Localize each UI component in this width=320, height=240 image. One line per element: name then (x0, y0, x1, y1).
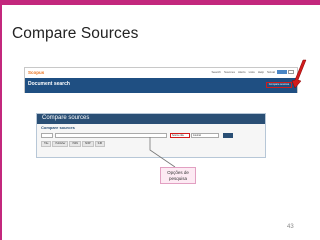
nav-item-search[interactable]: Search (211, 70, 221, 74)
search-by-select[interactable]: Source title (170, 133, 190, 138)
slide-title: Compare Sources (12, 25, 139, 42)
login-button[interactable] (288, 70, 294, 74)
source-search-input[interactable] (55, 133, 167, 138)
slide-top-bar (0, 0, 320, 5)
compare-sources-link[interactable]: Compare sources (266, 82, 292, 88)
search-options-callout: Opções de pesquisa (160, 167, 196, 184)
tab-snip[interactable]: SNIP (82, 141, 94, 147)
compare-sources-screenshot: Compare sources Compare sources Source t… (36, 113, 266, 158)
nav-item-alerts[interactable]: Alerts (238, 70, 246, 74)
top-nav: Search Sources Alerts Lists Help Scival (211, 70, 275, 74)
page-number: 43 (287, 224, 294, 230)
tab-publisher[interactable]: Publisher (52, 141, 69, 147)
compare-sources-band: Compare sources (37, 114, 265, 124)
nav-item-sources[interactable]: Sources (224, 70, 235, 74)
compare-sources-section-title: Compare sources (41, 125, 75, 130)
compare-sources-panel-title: Compare sources (42, 115, 90, 121)
document-search-title: Document search (28, 81, 70, 87)
nav-item-scival[interactable]: Scival (267, 70, 275, 74)
tab-sjr[interactable]: SJR (94, 141, 106, 147)
scopus-header-screenshot: Scopus Search Sources Alerts Lists Help … (24, 67, 298, 93)
nav-item-lists[interactable]: Lists (249, 70, 255, 74)
result-tabs: Title Publisher ISSN SNIP SJR (41, 141, 106, 147)
source-type-select[interactable]: Journal (191, 133, 219, 138)
document-search-band: Document search Compare sources (25, 78, 297, 93)
search-go-button[interactable] (223, 133, 233, 138)
register-button[interactable] (277, 70, 287, 74)
slide-left-strip (0, 5, 2, 240)
tab-title[interactable]: Title (41, 141, 52, 147)
tab-issn[interactable]: ISSN (69, 141, 81, 147)
scopus-logo: Scopus (28, 70, 45, 75)
prefix-input[interactable] (41, 133, 53, 138)
nav-item-help[interactable]: Help (258, 70, 264, 74)
